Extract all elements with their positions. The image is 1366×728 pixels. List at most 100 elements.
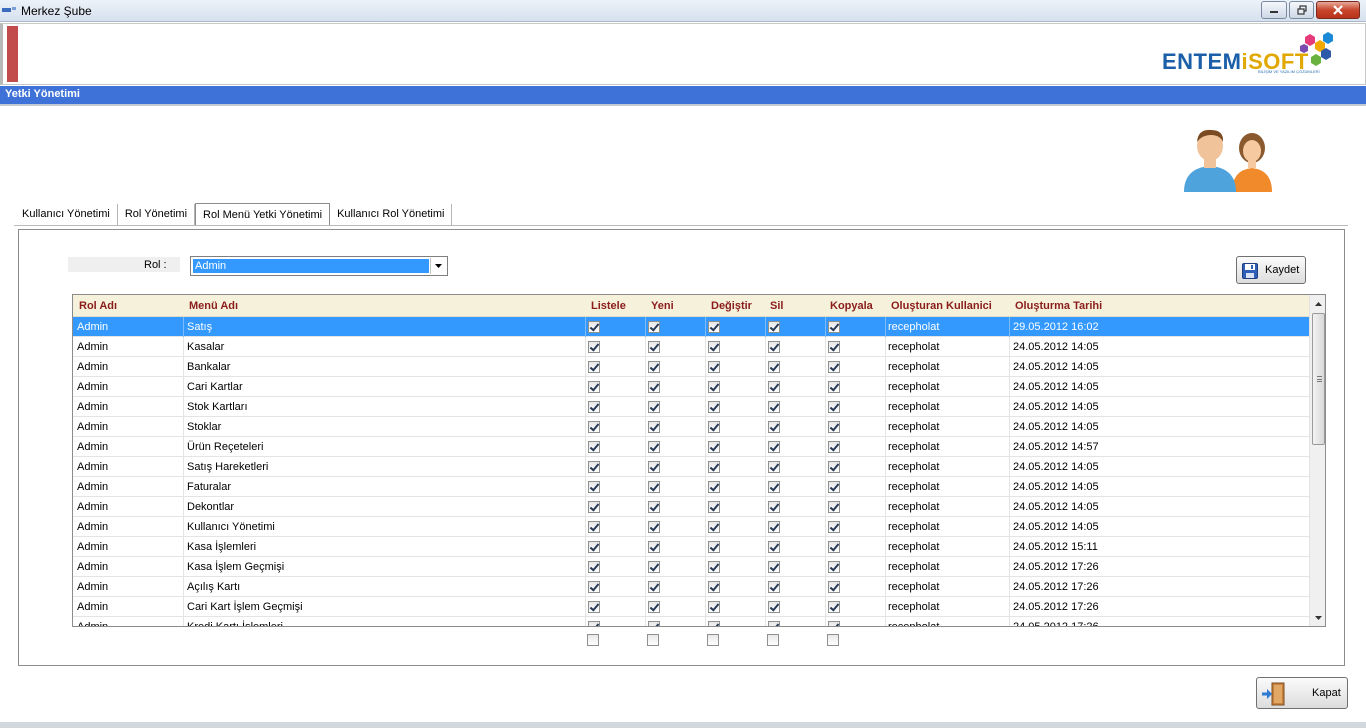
checkbox-sil[interactable] xyxy=(768,581,780,593)
checkbox-sil[interactable] xyxy=(768,341,780,353)
cell-menu-adi[interactable]: Kredi Kartı İşlemleri xyxy=(187,617,583,626)
table-row[interactable]: Admin Satış recepholat 29.05.2012 16:02 xyxy=(73,317,1309,337)
checkbox-yeni[interactable] xyxy=(648,481,660,493)
table-row[interactable]: Admin Kredi Kartı İşlemleri recepholat 24.0… xyxy=(73,617,1309,626)
checkbox-sil[interactable] xyxy=(768,441,780,453)
scroll-thumb[interactable] xyxy=(1312,313,1325,445)
rol-select[interactable]: Admin xyxy=(190,256,448,276)
save-button[interactable]: Kaydet xyxy=(1236,256,1306,284)
cell-menu-adi[interactable]: Cari Kartlar xyxy=(187,377,583,397)
column-header-listele[interactable]: Listele xyxy=(591,300,626,312)
close-window-button[interactable] xyxy=(1316,1,1360,19)
checkbox-sil[interactable] xyxy=(768,381,780,393)
cell-rol-adi[interactable]: Admin xyxy=(77,337,181,357)
cell-olusturma-tarihi[interactable]: 24.05.2012 17:26 xyxy=(1013,617,1303,626)
checkbox-listele[interactable] xyxy=(588,541,600,553)
table-row[interactable]: Admin Kasalar recepholat 24.05.2012 14:05 xyxy=(73,337,1309,357)
cell-olusturan-kullanici[interactable]: recepholat xyxy=(888,577,1006,597)
select-all-checkbox-sil[interactable] xyxy=(767,634,779,646)
checkbox-yeni[interactable] xyxy=(648,341,660,353)
checkbox-kopyala[interactable] xyxy=(828,421,840,433)
checkbox-degistir[interactable] xyxy=(708,621,720,626)
checkbox-kopyala[interactable] xyxy=(828,341,840,353)
cell-menu-adi[interactable]: Açılış Kartı xyxy=(187,577,583,597)
cell-rol-adi[interactable]: Admin xyxy=(77,517,181,537)
checkbox-sil[interactable] xyxy=(768,461,780,473)
column-header-olusturma-tarihi[interactable]: Oluşturma Tarihi xyxy=(1015,300,1102,312)
table-row[interactable]: Admin Stoklar recepholat 24.05.2012 14:05 xyxy=(73,417,1309,437)
cell-menu-adi[interactable]: Satış Hareketleri xyxy=(187,457,583,477)
column-header-kopyala[interactable]: Kopyala xyxy=(830,300,873,312)
cell-olusturma-tarihi[interactable]: 24.05.2012 17:26 xyxy=(1013,597,1303,617)
checkbox-sil[interactable] xyxy=(768,421,780,433)
checkbox-listele[interactable] xyxy=(588,361,600,373)
checkbox-listele[interactable] xyxy=(588,341,600,353)
checkbox-yeni[interactable] xyxy=(648,441,660,453)
checkbox-listele[interactable] xyxy=(588,501,600,513)
cell-rol-adi[interactable]: Admin xyxy=(77,417,181,437)
cell-olusturma-tarihi[interactable]: 24.05.2012 14:05 xyxy=(1013,397,1303,417)
checkbox-degistir[interactable] xyxy=(708,601,720,613)
select-all-checkbox-listele[interactable] xyxy=(587,634,599,646)
cell-olusturan-kullanici[interactable]: recepholat xyxy=(888,497,1006,517)
checkbox-listele[interactable] xyxy=(588,381,600,393)
table-row[interactable]: Admin Cari Kart İşlem Geçmişi recepholat 24… xyxy=(73,597,1309,617)
checkbox-degistir[interactable] xyxy=(708,321,720,333)
checkbox-yeni[interactable] xyxy=(648,381,660,393)
checkbox-listele[interactable] xyxy=(588,321,600,333)
checkbox-yeni[interactable] xyxy=(648,501,660,513)
cell-menu-adi[interactable]: Kasalar xyxy=(187,337,583,357)
checkbox-listele[interactable] xyxy=(588,461,600,473)
checkbox-sil[interactable] xyxy=(768,601,780,613)
checkbox-sil[interactable] xyxy=(768,561,780,573)
cell-olusturan-kullanici[interactable]: recepholat xyxy=(888,317,1006,337)
checkbox-kopyala[interactable] xyxy=(828,521,840,533)
cell-olusturma-tarihi[interactable]: 24.05.2012 14:05 xyxy=(1013,357,1303,377)
cell-menu-adi[interactable]: Ürün Reçeteleri xyxy=(187,437,583,457)
scroll-up-button[interactable] xyxy=(1310,295,1325,312)
grid-vertical-scrollbar[interactable] xyxy=(1309,295,1325,626)
cell-rol-adi[interactable]: Admin xyxy=(77,317,181,337)
checkbox-yeni[interactable] xyxy=(648,461,660,473)
checkbox-sil[interactable] xyxy=(768,481,780,493)
cell-olusturan-kullanici[interactable]: recepholat xyxy=(888,377,1006,397)
checkbox-kopyala[interactable] xyxy=(828,461,840,473)
cell-olusturma-tarihi[interactable]: 24.05.2012 17:26 xyxy=(1013,557,1303,577)
cell-rol-adi[interactable]: Admin xyxy=(77,497,181,517)
checkbox-kopyala[interactable] xyxy=(828,381,840,393)
column-header-olusturan-kullanici[interactable]: Oluşturan Kullanici xyxy=(891,300,992,312)
checkbox-kopyala[interactable] xyxy=(828,501,840,513)
permissions-grid[interactable]: Rol Adı Menü Adı Listele Yeni Değiştir S… xyxy=(72,294,1326,627)
tab-kullanici-yonetimi[interactable]: Kullanıcı Yönetimi xyxy=(15,204,118,225)
cell-olusturma-tarihi[interactable]: 24.05.2012 14:57 xyxy=(1013,437,1303,457)
cell-rol-adi[interactable]: Admin xyxy=(77,617,181,626)
cell-olusturan-kullanici[interactable]: recepholat xyxy=(888,617,1006,626)
checkbox-listele[interactable] xyxy=(588,421,600,433)
checkbox-yeni[interactable] xyxy=(648,561,660,573)
cell-menu-adi[interactable]: Bankalar xyxy=(187,357,583,377)
select-all-checkbox-kopyala[interactable] xyxy=(827,634,839,646)
table-row[interactable]: Admin Bankalar recepholat 24.05.2012 14:05 xyxy=(73,357,1309,377)
checkbox-degistir[interactable] xyxy=(708,521,720,533)
checkbox-listele[interactable] xyxy=(588,561,600,573)
checkbox-yeni[interactable] xyxy=(648,621,660,626)
cell-menu-adi[interactable]: Faturalar xyxy=(187,477,583,497)
table-row[interactable]: Admin Stok Kartları recepholat 24.05.2012 1… xyxy=(73,397,1309,417)
cell-olusturan-kullanici[interactable]: recepholat xyxy=(888,457,1006,477)
checkbox-sil[interactable] xyxy=(768,521,780,533)
checkbox-degistir[interactable] xyxy=(708,381,720,393)
close-button[interactable]: Kapat xyxy=(1256,677,1348,709)
cell-rol-adi[interactable]: Admin xyxy=(77,357,181,377)
cell-menu-adi[interactable]: Dekontlar xyxy=(187,497,583,517)
checkbox-degistir[interactable] xyxy=(708,341,720,353)
checkbox-yeni[interactable] xyxy=(648,521,660,533)
cell-rol-adi[interactable]: Admin xyxy=(77,457,181,477)
checkbox-sil[interactable] xyxy=(768,501,780,513)
table-row[interactable]: Admin Kasa İşlem Geçmişi recepholat 24.05.2… xyxy=(73,557,1309,577)
table-row[interactable]: Admin Satış Hareketleri recepholat 24.05.20… xyxy=(73,457,1309,477)
cell-olusturan-kullanici[interactable]: recepholat xyxy=(888,357,1006,377)
checkbox-kopyala[interactable] xyxy=(828,601,840,613)
checkbox-degistir[interactable] xyxy=(708,541,720,553)
checkbox-yeni[interactable] xyxy=(648,581,660,593)
cell-rol-adi[interactable]: Admin xyxy=(77,597,181,617)
